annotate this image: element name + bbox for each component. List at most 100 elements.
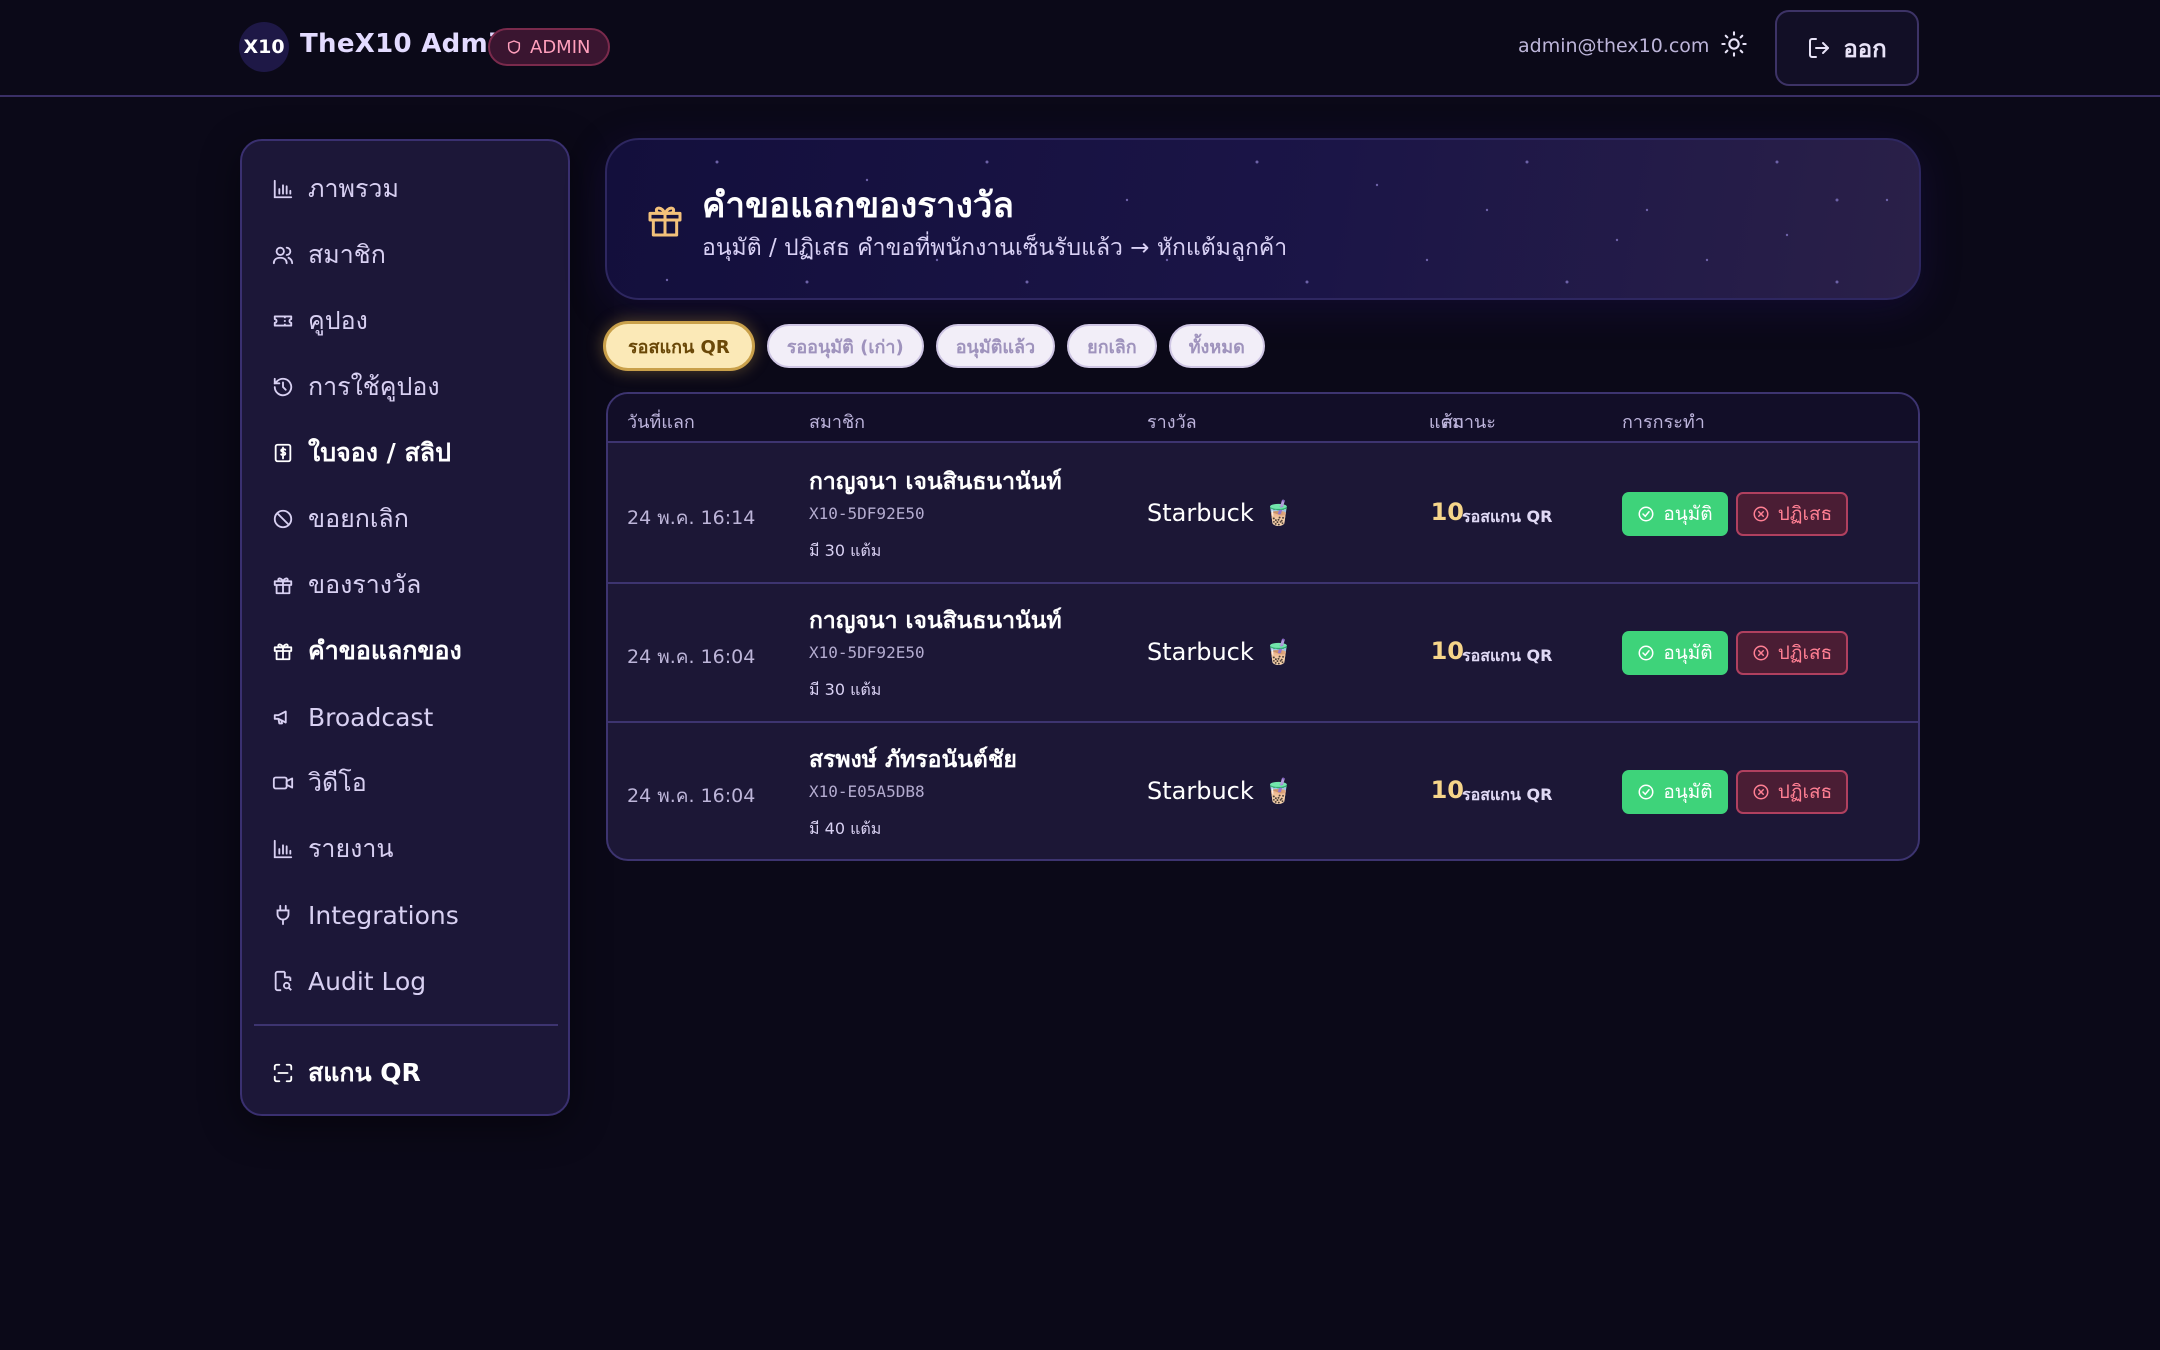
sidebar-item-label: Integrations: [308, 900, 459, 930]
points-cost: 10: [1430, 776, 1464, 804]
reject-button[interactable]: ปฏิเสธ: [1736, 770, 1848, 814]
sidebar-item-rewards[interactable]: ของรางวัล: [272, 563, 552, 607]
column-header-actions: การกระทำ: [1622, 412, 1705, 433]
x-circle-icon: [1753, 784, 1769, 800]
table-row: 24 พ.ค. 16:04 สรพงษ์ ภัทรอนันต์ชัย X10-E…: [608, 723, 1918, 859]
logo-badge[interactable]: X10: [239, 22, 289, 72]
role-badge-label: ADMIN: [530, 36, 591, 58]
sidebar-item-label: สแกน QR: [308, 1058, 421, 1087]
status-badge: รอสแกน QR: [1462, 507, 1553, 526]
sidebar-item-broadcast[interactable]: Broadcast: [272, 695, 552, 739]
reject-label: ปฏิเสธ: [1777, 642, 1833, 664]
sidebar-item-label: รายงาน: [308, 834, 394, 863]
member-name: กาญจนา เจนสินธนานันท์: [809, 608, 1062, 634]
receipt-icon: [274, 443, 292, 463]
plug-icon: [276, 904, 290, 926]
filter-chip-approved[interactable]: อนุมัติแล้ว: [935, 324, 1056, 368]
sidebar-item-redeem-requests[interactable]: คำขอแลกของ: [272, 629, 552, 673]
logout-label: ออก: [1843, 34, 1887, 63]
sidebar-item-integrations[interactable]: Integrations: [272, 893, 552, 937]
reject-button[interactable]: ปฏิเสธ: [1736, 492, 1848, 536]
approve-label: อนุมัติ: [1663, 781, 1713, 803]
sidebar-item-videos[interactable]: วิดีโอ: [272, 761, 552, 805]
reward-name: Starbuck: [1147, 499, 1254, 527]
reward-name: Starbuck: [1147, 777, 1254, 805]
reject-label: ปฏิเสธ: [1777, 503, 1833, 525]
sidebar: ภาพรวม สมาชิก คูปอง การใช้คูปอง ใบจอง / …: [240, 139, 570, 1116]
ban-icon: [273, 509, 293, 529]
users-icon: [272, 246, 294, 265]
top-bar: X10 TheX10 Admin ADMIN admin@thex10.com …: [0, 0, 2160, 97]
approve-button[interactable]: อนุมัติ: [1622, 492, 1728, 536]
reject-label: ปฏิเสธ: [1777, 781, 1833, 803]
reward-cell: Starbuck 🧋: [1147, 777, 1294, 805]
logout-icon: [1809, 38, 1830, 58]
app-title[interactable]: TheX10 Admin: [300, 29, 516, 59]
x-circle-icon: [1753, 645, 1769, 661]
reject-button[interactable]: ปฏิเสธ: [1736, 631, 1848, 675]
member-name: กาญจนา เจนสินธนานันท์: [809, 469, 1062, 495]
sidebar-item-members[interactable]: สมาชิก: [272, 233, 552, 277]
sidebar-item-label: ของรางวัล: [308, 570, 422, 599]
chart-bar-icon: [273, 179, 293, 199]
sidebar-item-coupon-usage[interactable]: การใช้คูปอง: [272, 365, 552, 409]
scan-qr-icon: [273, 1063, 293, 1083]
member-points-balance: มี 30 แต้ม: [809, 680, 882, 699]
status-badge: รอสแกน QR: [1462, 785, 1553, 804]
sun-icon: [1721, 31, 1747, 57]
member-code: X10-E05A5DB8: [809, 782, 925, 801]
member-points-balance: มี 30 แต้ม: [809, 541, 882, 560]
reward-name: Starbuck: [1147, 638, 1254, 666]
sidebar-item-bookings[interactable]: ใบจอง / สลิป: [272, 431, 552, 475]
filter-chip-pending-old[interactable]: รออนุมัติ (เก่า): [766, 324, 924, 368]
member-code: X10-5DF92E50: [809, 504, 925, 523]
x-circle-icon: [1753, 506, 1769, 522]
shield-icon: [507, 40, 521, 54]
points-cost: 10: [1430, 637, 1464, 665]
gift-icon: [273, 577, 293, 595]
sidebar-item-label: Audit Log: [308, 966, 427, 996]
role-badge: ADMIN: [488, 28, 611, 66]
sidebar-item-label: คำขอแลกของ: [308, 636, 462, 665]
filter-chip-all[interactable]: ทั้งหมด: [1168, 324, 1265, 368]
bubble-tea-icon: 🧋: [1263, 638, 1294, 666]
page-header-banner: คำขอแลกของรางวัล อนุมัติ / ปฏิเสธ คำขอที…: [605, 138, 1921, 300]
approve-button[interactable]: อนุมัติ: [1622, 770, 1728, 814]
table-row: 24 พ.ค. 16:04 กาญจนา เจนสินธนานันท์ X10-…: [608, 584, 1918, 723]
logout-button[interactable]: ออก: [1775, 10, 1919, 86]
redeem-requests-table: วันที่แลก สมาชิก รางวัล แต้ม สถานะ การกร…: [606, 392, 1920, 861]
sidebar-item-reports[interactable]: รายงาน: [272, 827, 552, 871]
sidebar-divider: [254, 1024, 558, 1026]
approve-button[interactable]: อนุมัติ: [1622, 631, 1728, 675]
member-points-balance: มี 40 แต้ม: [809, 819, 882, 838]
user-email: admin@thex10.com: [1518, 35, 1710, 57]
column-header-date: วันที่แลก: [627, 412, 695, 433]
filter-chip-cancelled[interactable]: ยกเลิก: [1067, 324, 1157, 368]
member-name: สรพงษ์ ภัทรอนันต์ชัย: [809, 747, 1017, 773]
status-filter-tabs: รอสแกน QR รออนุมัติ (เก่า) อนุมัติแล้ว ย…: [603, 320, 1265, 372]
gift-icon: [273, 643, 293, 661]
points-cost: 10: [1430, 498, 1464, 526]
column-header-status: สถานะ: [1442, 412, 1496, 433]
sidebar-item-label: คูปอง: [308, 306, 368, 335]
sidebar-item-label: ใบจอง / สลิป: [308, 438, 451, 467]
approve-label: อนุมัติ: [1663, 642, 1713, 664]
page-title: คำขอแลกของรางวัล: [702, 186, 1014, 226]
theme-toggle-button[interactable]: [1716, 26, 1752, 62]
sidebar-item-coupons[interactable]: คูปอง: [272, 299, 552, 343]
sidebar-item-label: Broadcast: [308, 702, 434, 732]
check-circle-icon: [1638, 506, 1654, 522]
file-search-icon: [274, 970, 292, 992]
sidebar-item-label: การใช้คูปอง: [308, 372, 440, 401]
sidebar-item-overview[interactable]: ภาพรวม: [272, 167, 552, 211]
column-header-member: สมาชิก: [809, 412, 866, 433]
sidebar-item-label: วิดีโอ: [308, 768, 367, 797]
approve-label: อนุมัติ: [1663, 503, 1713, 525]
filter-chip-awaiting-scan[interactable]: รอสแกน QR: [603, 321, 755, 371]
sidebar-item-label: ขอยกเลิก: [308, 504, 409, 533]
sidebar-item-scan-qr[interactable]: สแกน QR: [272, 1051, 552, 1095]
reward-cell: Starbuck 🧋: [1147, 499, 1294, 527]
sidebar-item-audit-log[interactable]: Audit Log: [272, 959, 552, 1003]
reward-cell: Starbuck 🧋: [1147, 638, 1294, 666]
sidebar-item-cancel-requests[interactable]: ขอยกเลิก: [272, 497, 552, 541]
